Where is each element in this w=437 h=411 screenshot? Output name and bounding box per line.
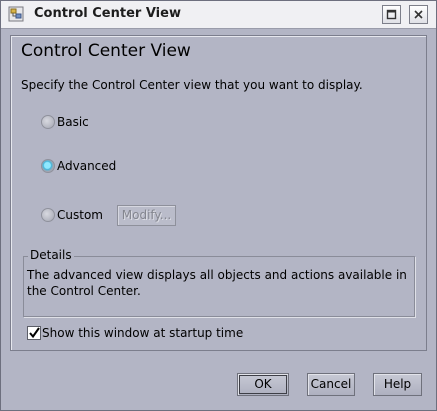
close-icon [414, 10, 423, 19]
close-button[interactable] [409, 5, 428, 24]
page-title: Control Center View [21, 41, 191, 61]
details-legend: Details [28, 248, 74, 262]
radio-label-advanced: Advanced [57, 159, 117, 173]
ok-button[interactable]: OK [237, 373, 289, 396]
maximize-button[interactable] [382, 5, 401, 24]
title-bar[interactable]: Control Center View [1, 1, 436, 29]
radio-label-custom: Custom [57, 208, 103, 222]
startup-checkbox[interactable] [27, 326, 41, 340]
checkmark-icon [29, 327, 40, 339]
radio-button-basic[interactable] [41, 115, 55, 129]
maximize-icon [386, 9, 397, 20]
radio-label-basic: Basic [57, 115, 89, 129]
instructions-text: Specify the Control Center view that you… [21, 78, 363, 92]
startup-checkbox-label: Show this window at startup time [42, 326, 244, 340]
dialog-window: Control Center View Control Center View … [0, 0, 437, 411]
window-title: Control Center View [34, 6, 181, 21]
help-button[interactable]: Help [373, 373, 422, 396]
modify-button[interactable]: Modify... [117, 205, 176, 226]
radio-button-custom[interactable] [41, 208, 55, 222]
details-description: The advanced view displays all objects a… [27, 268, 407, 298]
app-icon [8, 6, 24, 22]
cancel-button[interactable]: Cancel [307, 373, 355, 396]
radio-button-advanced[interactable] [41, 159, 55, 173]
